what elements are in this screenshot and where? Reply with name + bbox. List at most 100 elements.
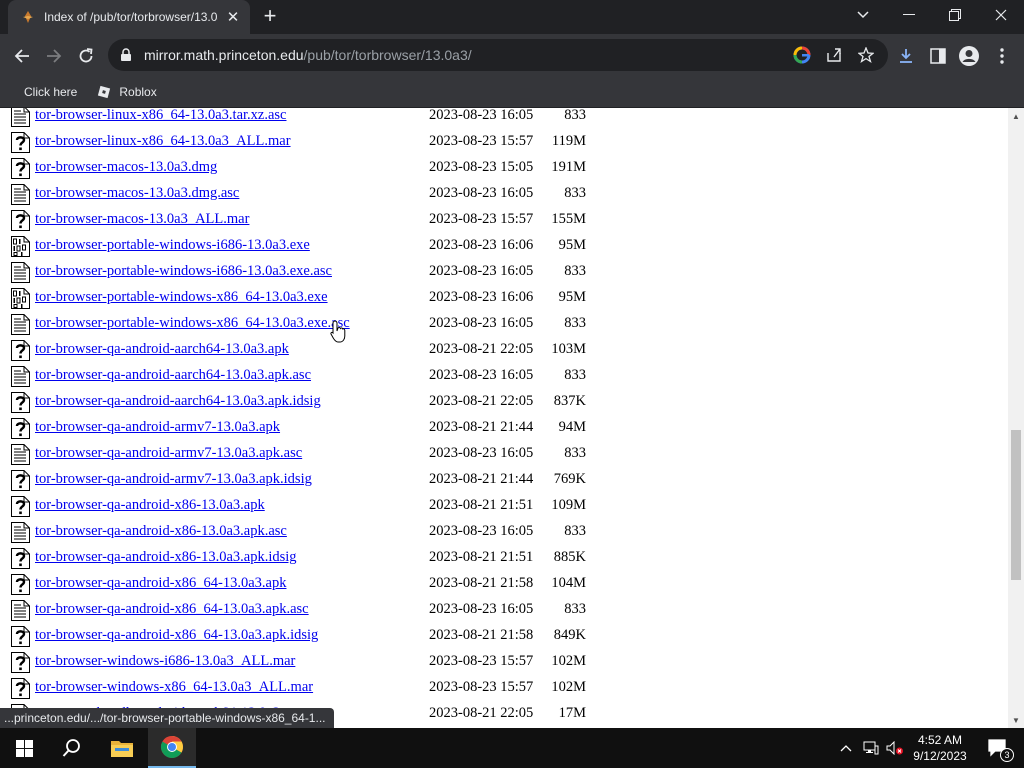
file-link[interactable]: tor-browser-macos-13.0a3.dmg: [35, 159, 217, 176]
file-size: 833: [564, 445, 586, 461]
file-link[interactable]: tor-browser-qa-android-x86_64-13.0a3.apk…: [35, 627, 318, 644]
file-size: 885K: [553, 549, 586, 565]
tab-active[interactable]: Index of /pub/tor/torbrowser/13.0a3/ ✕: [8, 0, 250, 34]
table-row: tor-browser-qa-android-x86-13.0a3.apk.as…: [0, 519, 700, 545]
lock-icon[interactable]: [120, 48, 132, 62]
table-row: tor-browser-portable-windows-i686-13.0a3…: [0, 233, 700, 259]
file-link[interactable]: tor-browser-qa-android-x86_64-13.0a3.apk: [35, 575, 286, 592]
unknown-file-icon: [11, 210, 30, 231]
file-link[interactable]: tor-browser-linux-x86_64-13.0a3.tar.xz.a…: [35, 108, 286, 124]
restore-button[interactable]: [932, 0, 978, 30]
scrollbar-thumb[interactable]: [1011, 430, 1021, 580]
share-icon[interactable]: [824, 45, 844, 65]
file-date: 2023-08-23 15:57: [429, 679, 534, 695]
volume-muted-icon[interactable]: [884, 728, 906, 768]
binary-file-icon: [11, 288, 30, 309]
file-link[interactable]: tor-browser-portable-windows-x86_64-13.0…: [35, 289, 328, 306]
file-link[interactable]: tor-browser-qa-android-aarch64-13.0a3.ap…: [35, 341, 289, 358]
file-link[interactable]: tor-browser-linux-x86_64-13.0a3_ALL.mar: [35, 133, 291, 150]
file-link[interactable]: tor-browser-portable-windows-i686-13.0a3…: [35, 237, 310, 254]
file-date: 2023-08-23 15:57: [429, 211, 534, 227]
file-link[interactable]: tor-browser-macos-13.0a3.dmg.asc: [35, 185, 239, 202]
file-link[interactable]: tor-browser-qa-android-armv7-13.0a3.apk.…: [35, 471, 312, 488]
file-link[interactable]: tor-browser-qa-android-aarch64-13.0a3.ap…: [35, 393, 321, 410]
download-icon[interactable]: [892, 42, 920, 70]
address-bar[interactable]: mirror.math.princeton.edu/pub/tor/torbro…: [108, 39, 888, 71]
file-date: 2023-08-23 16:06: [429, 289, 534, 305]
new-tab-button[interactable]: +: [258, 5, 282, 28]
status-bubble-url: ...princeton.edu/.../tor-browser-portabl…: [0, 708, 334, 728]
file-link[interactable]: tor-browser-portable-windows-i686-13.0a3…: [35, 263, 332, 280]
file-size: 837K: [553, 393, 586, 409]
forward-button[interactable]: [40, 42, 68, 70]
file-link[interactable]: tor-browser-qa-android-aarch64-13.0a3.ap…: [35, 367, 311, 384]
file-date: 2023-08-21 22:05: [429, 341, 534, 357]
tab-search-icon[interactable]: [840, 0, 886, 30]
unknown-file-icon: [11, 574, 30, 595]
file-date: 2023-08-23 16:05: [429, 601, 534, 617]
network-icon[interactable]: [860, 728, 882, 768]
file-size: 769K: [553, 471, 586, 487]
file-size: 833: [564, 523, 586, 539]
file-date: 2023-08-23 15:57: [429, 133, 534, 149]
scroll-up-arrow-icon[interactable]: ▲: [1008, 108, 1024, 124]
file-link[interactable]: tor-browser-windows-i686-13.0a3_ALL.mar: [35, 653, 295, 670]
file-date: 2023-08-21 21:44: [429, 471, 534, 487]
file-size: 119M: [551, 133, 586, 149]
file-explorer-button[interactable]: [98, 728, 146, 768]
file-size: 833: [564, 315, 586, 331]
text-file-icon: [11, 444, 30, 465]
file-link[interactable]: tor-browser-qa-android-x86-13.0a3.apk: [35, 497, 265, 514]
action-center-button[interactable]: 3: [978, 728, 1018, 768]
close-window-button[interactable]: [978, 0, 1024, 30]
file-link[interactable]: tor-browser-qa-android-x86_64-13.0a3.apk…: [35, 601, 309, 618]
scroll-down-arrow-icon[interactable]: ▼: [1008, 712, 1024, 728]
mouse-pointer-icon: [330, 320, 346, 343]
bookmark-click-here[interactable]: Click here: [14, 80, 87, 104]
file-link[interactable]: tor-browser-qa-android-x86-13.0a3.apk.id…: [35, 549, 297, 566]
text-file-icon: [11, 262, 30, 283]
text-file-icon: [11, 522, 30, 543]
clock-time: 4:52 AM: [917, 733, 962, 747]
file-link[interactable]: tor-browser-portable-windows-x86_64-13.0…: [35, 315, 350, 332]
file-link[interactable]: tor-browser-qa-android-armv7-13.0a3.apk.…: [35, 445, 302, 462]
profile-avatar-icon[interactable]: [955, 42, 983, 70]
file-size: 109M: [551, 497, 586, 513]
file-date: 2023-08-21 21:58: [429, 575, 534, 591]
search-button[interactable]: [48, 728, 96, 768]
show-hidden-icons-chevron-icon[interactable]: [836, 728, 856, 768]
chrome-taskbar-button[interactable]: [148, 728, 196, 768]
bookmark-roblox[interactable]: Roblox: [87, 80, 166, 104]
file-date: 2023-08-21 22:05: [429, 393, 534, 409]
file-link[interactable]: tor-browser-windows-x86_64-13.0a3_ALL.ma…: [35, 679, 313, 696]
minimize-button[interactable]: [886, 0, 932, 30]
file-date: 2023-08-21 22:05: [429, 705, 534, 721]
file-size: 94M: [558, 419, 586, 435]
side-panel-icon[interactable]: [924, 42, 952, 70]
file-size: 95M: [558, 289, 586, 305]
system-clock[interactable]: 4:52 AM 9/12/2023: [908, 728, 972, 768]
menu-kebab-icon[interactable]: [988, 42, 1016, 70]
table-row: tor-browser-portable-windows-x86_64-13.0…: [0, 311, 700, 337]
file-size: 833: [564, 367, 586, 383]
file-date: 2023-08-23 15:05: [429, 159, 534, 175]
reload-button[interactable]: [72, 42, 100, 70]
file-link[interactable]: tor-browser-qa-android-armv7-13.0a3.apk: [35, 419, 280, 436]
unknown-file-icon: [11, 158, 30, 179]
unknown-file-icon: [11, 678, 30, 699]
google-lens-icon[interactable]: [792, 45, 812, 65]
file-date: 2023-08-21 21:58: [429, 627, 534, 643]
file-size: 102M: [551, 653, 586, 669]
bookmark-star-icon[interactable]: [856, 45, 876, 65]
vertical-scrollbar[interactable]: ▲ ▼: [1008, 108, 1024, 728]
windows-logo-icon: [15, 739, 33, 757]
back-button[interactable]: [8, 42, 36, 70]
tab-close-icon[interactable]: ✕: [224, 8, 242, 26]
unknown-file-icon: [11, 496, 30, 517]
file-link[interactable]: tor-browser-qa-android-x86-13.0a3.apk.as…: [35, 523, 287, 540]
browser-toolbar: mirror.math.princeton.edu/pub/tor/torbro…: [0, 34, 1024, 77]
start-button[interactable]: [0, 728, 48, 768]
file-size: 17M: [558, 705, 586, 721]
file-size: 155M: [551, 211, 586, 227]
file-link[interactable]: tor-browser-macos-13.0a3_ALL.mar: [35, 211, 249, 228]
